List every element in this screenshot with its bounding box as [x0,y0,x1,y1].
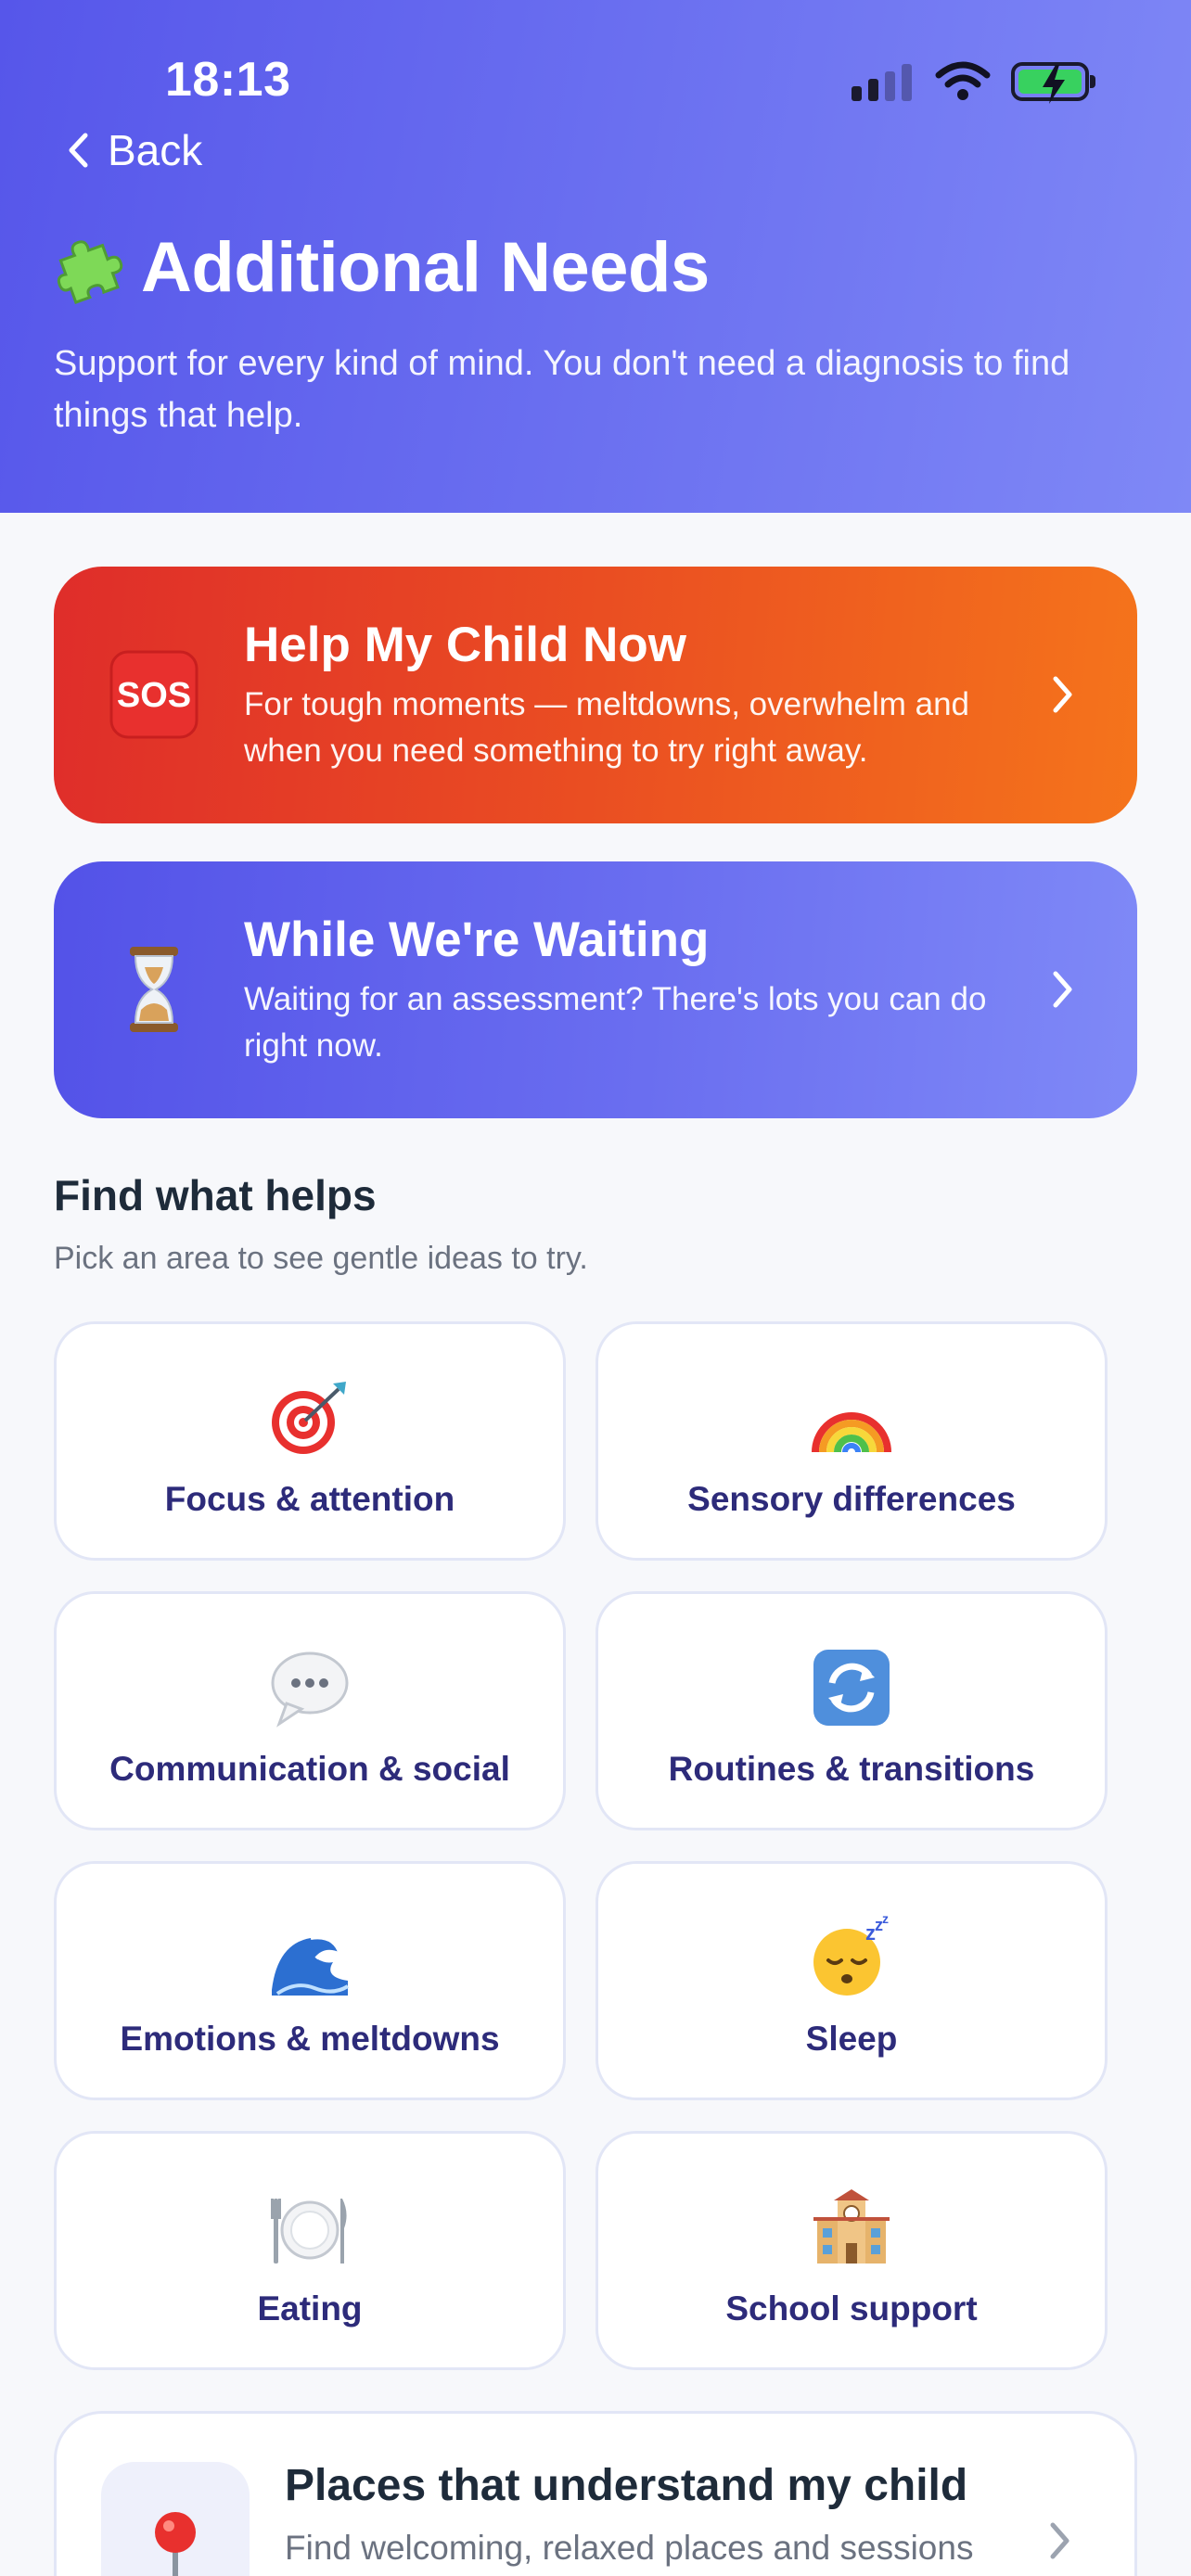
tile-school-support[interactable]: School support [596,2131,1108,2370]
plate-cutlery-icon [271,2199,347,2264]
cellular-signal-icon [852,60,915,103]
status-time: 18:13 [165,53,291,107]
tile-routines-transitions[interactable]: Routines & transitions [596,1591,1108,1830]
hero-title: While We're Waiting [244,912,710,967]
tile-label: School support [725,2289,978,2327]
chevron-left-icon [69,133,88,168]
section-title: Find what helps [54,1171,377,1219]
sleepy-face-icon: z z z [813,1916,889,1996]
hero-title: Help My Child Now [244,618,686,672]
svg-text:SOS: SOS [117,676,191,715]
tile-emotions-meltdowns[interactable]: Emotions & meltdowns [54,1861,566,2100]
wifi-icon [935,61,991,100]
title-row: Additional Needs [52,227,710,308]
tile-label: Emotions & meltdowns [120,2020,500,2058]
hero-description: Waiting for an assessment? There's lots … [244,981,987,1064]
tile-label: Sensory differences [687,1480,1016,1518]
hero-description: For tough moments — meltdowns, overwhelm… [244,686,969,769]
sos-icon: SOS [109,650,198,739]
additional-needs-screen: 18:13 Back Additional Needs Support for … [0,0,1191,2576]
places-description: Find welcoming, relaxed places and sessi… [285,2529,974,2567]
rainbow-icon [812,1412,891,1453]
page-title: Additional Needs [141,228,710,307]
status-icons [852,56,1095,108]
puzzle-piece-icon [57,239,123,304]
tile-label: Focus & attention [164,1480,455,1518]
section-subtitle: Pick an area to see gentle ideas to try. [54,1241,588,1276]
tile-label: Eating [257,2289,363,2327]
tile-label: Communication & social [109,1750,510,1788]
page-subtitle: Support for every kind of mind. You don'… [54,344,1070,435]
svg-text:z: z [882,1916,889,1926]
repeat-arrows-icon [813,1650,890,1726]
tile-communication-social[interactable]: Communication & social [54,1591,566,1830]
back-button[interactable]: Back [65,125,202,175]
school-icon [813,2189,890,2264]
tile-focus-attention[interactable]: Focus & attention [54,1321,566,1561]
help-my-child-now-card[interactable]: SOS Help My Child Now For tough moments … [54,567,1137,823]
back-label: Back [108,126,203,174]
tile-label: Sleep [805,2020,898,2058]
header: 18:13 Back Additional Needs Support for … [0,0,1191,513]
tile-sensory-differences[interactable]: Sensory differences [596,1321,1108,1561]
target-icon [272,1382,346,1454]
pin-icon [155,2512,196,2576]
places-title: Places that understand my child [285,2461,968,2510]
tile-sleep[interactable]: z z z Sleep [596,1861,1108,2100]
hourglass-icon [130,947,178,1032]
places-icon-wrap [101,2462,250,2576]
chevron-right-icon [1053,971,1072,1008]
tile-label: Routines & transitions [668,1750,1035,1788]
wave-icon [272,1935,350,1996]
tile-eating[interactable]: Eating [54,2131,566,2370]
chevron-right-icon [1053,676,1072,713]
places-that-understand-card[interactable]: Places that understand my child Find wel… [54,2411,1137,2576]
chevron-right-icon [1050,2522,1069,2559]
while-were-waiting-card[interactable]: While We're Waiting Waiting for an asses… [54,861,1137,1118]
battery-icon [1011,62,1095,104]
speech-bubble-icon [271,1651,349,1728]
